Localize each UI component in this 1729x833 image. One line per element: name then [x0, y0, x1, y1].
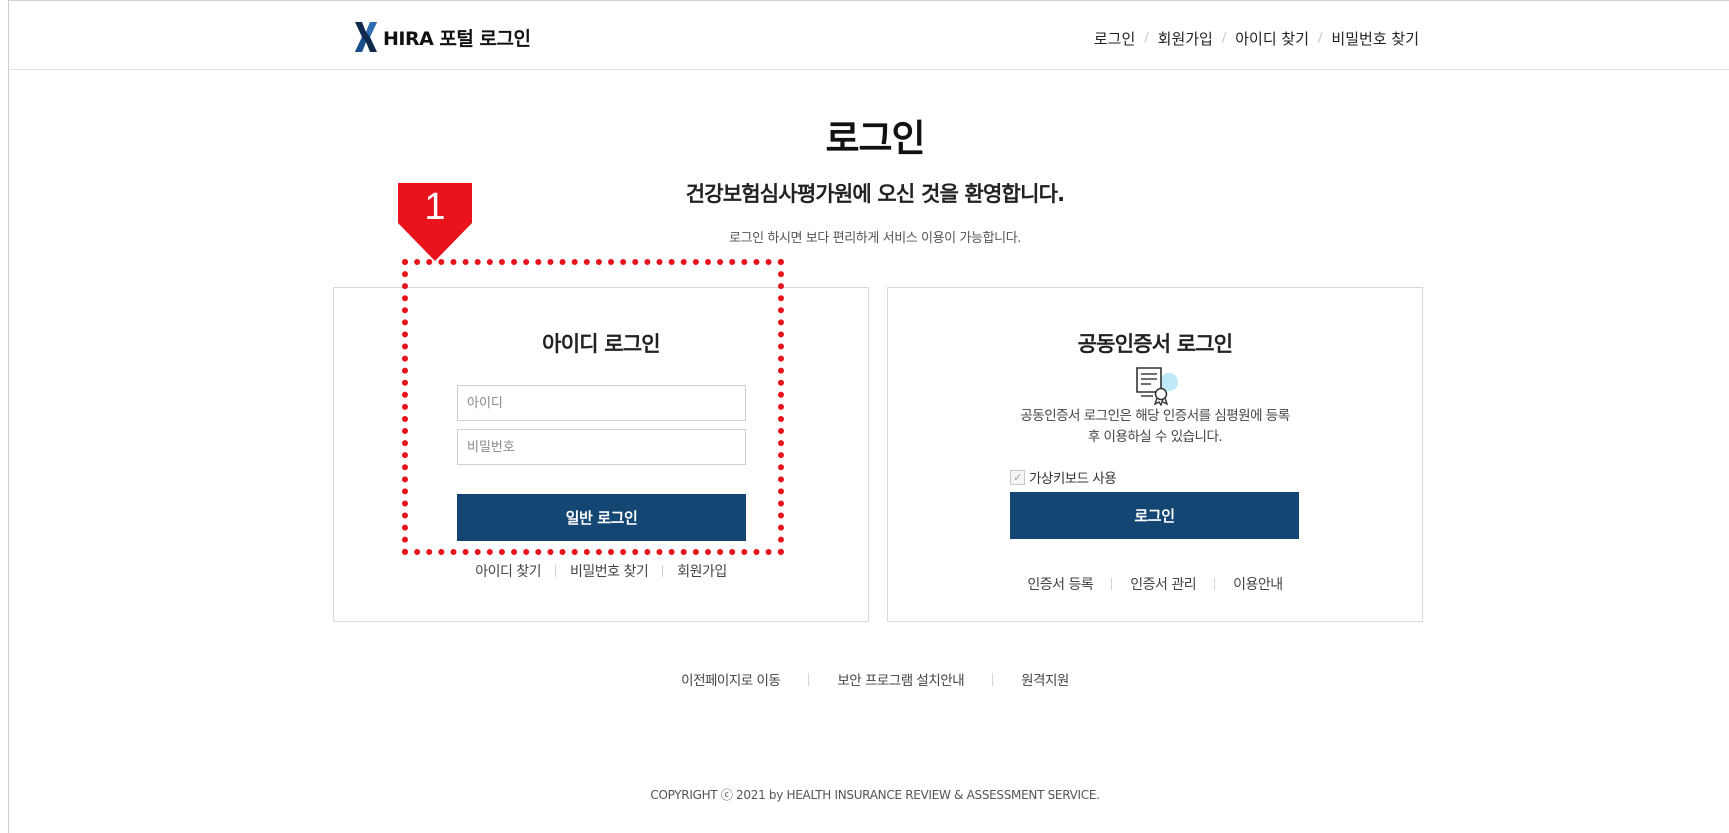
cert-manage-link[interactable]: 인증서 관리 [1130, 574, 1196, 594]
nav-separator: / [1318, 31, 1323, 46]
previous-page-link[interactable]: 이전페이지로 이동 [681, 669, 781, 689]
nav-find-id[interactable]: 아이디 찾기 [1235, 28, 1309, 49]
page-title: 로그인 [825, 117, 925, 160]
id-input[interactable] [457, 385, 746, 421]
welcome-heading: 건강보험심사평가원에 오신 것을 환영합니다. [685, 182, 1065, 206]
cert-description: 공동인증서 로그인은 해당 인증서를 심평원에 등록 후 이용하실 수 있습니다… [888, 406, 1422, 448]
divider [662, 565, 664, 577]
divider [1214, 578, 1216, 590]
security-program-link[interactable]: 보안 프로그램 설치안내 [837, 669, 964, 689]
cert-description-line: 후 이용하실 수 있습니다. [1087, 429, 1223, 445]
divider [808, 672, 810, 686]
welcome-subtext: 로그인 하시면 보다 편리하게 서비스 이용이 가능합니다. [728, 231, 1021, 246]
divider [992, 672, 994, 686]
id-login-panel: 아이디 로그인 일반 로그인 아이디 찾기 비밀번호 찾기 회원가입 [333, 287, 869, 622]
password-input[interactable] [457, 429, 746, 465]
hira-logo[interactable]: HIRA 포털 로그인 [353, 22, 531, 52]
signup-link[interactable]: 회원가입 [677, 561, 727, 581]
id-login-links: 아이디 찾기 비밀번호 찾기 회원가입 [334, 561, 868, 581]
general-login-button[interactable]: 일반 로그인 [457, 494, 746, 541]
virtual-keyboard-checkbox[interactable]: ✓ [1010, 469, 1025, 485]
top-nav: 로그인 / 회원가입 / 아이디 찾기 / 비밀번호 찾기 [1094, 28, 1419, 49]
find-id-link[interactable]: 아이디 찾기 [475, 561, 541, 581]
copyright: COPYRIGHT ⓒ 2021 by HEALTH INSURANCE REV… [650, 788, 1100, 802]
annotation-number: 1 [424, 186, 446, 228]
cert-login-links: 인증서 등록 인증서 관리 이용안내 [888, 574, 1422, 594]
find-password-link[interactable]: 비밀번호 찾기 [570, 561, 649, 581]
usage-guide-link[interactable]: 이용안내 [1233, 574, 1283, 594]
virtual-keyboard-label: 가상키보드 사용 [1029, 471, 1117, 487]
footer-links: 이전페이지로 이동 보안 프로그램 설치안내 원격지원 [0, 669, 1729, 689]
header: HIRA 포털 로그인 로그인 / 회원가입 / 아이디 찾기 / 비밀번호 찾… [8, 0, 1729, 70]
divider [555, 565, 557, 577]
cert-description-line: 공동인증서 로그인은 해당 인증서를 심평원에 등록 [1020, 408, 1290, 424]
nav-separator: / [1221, 31, 1227, 46]
cert-register-link[interactable]: 인증서 등록 [1027, 574, 1093, 594]
nav-signup[interactable]: 회원가입 [1158, 28, 1213, 49]
id-login-title: 아이디 로그인 [542, 332, 660, 356]
nav-separator: / [1144, 31, 1149, 46]
virtual-keyboard-option[interactable]: ✓ 가상키보드 사용 [1010, 467, 1117, 487]
divider [1111, 578, 1113, 590]
nav-login[interactable]: 로그인 [1094, 28, 1135, 49]
cert-login-title: 공동인증서 로그인 [1077, 332, 1233, 356]
cert-login-panel: 공동인증서 로그인 공동인증서 로그인은 해당 인증서를 심평원에 등록 후 이… [887, 287, 1423, 622]
nav-find-password[interactable]: 비밀번호 찾기 [1331, 28, 1419, 49]
cert-login-button[interactable]: 로그인 [1010, 492, 1299, 539]
remote-support-link[interactable]: 원격지원 [1021, 669, 1069, 689]
certificate-icon [1136, 367, 1178, 406]
hira-logo-icon [355, 22, 377, 52]
logo-text: HIRA 포털 로그인 [383, 27, 531, 50]
